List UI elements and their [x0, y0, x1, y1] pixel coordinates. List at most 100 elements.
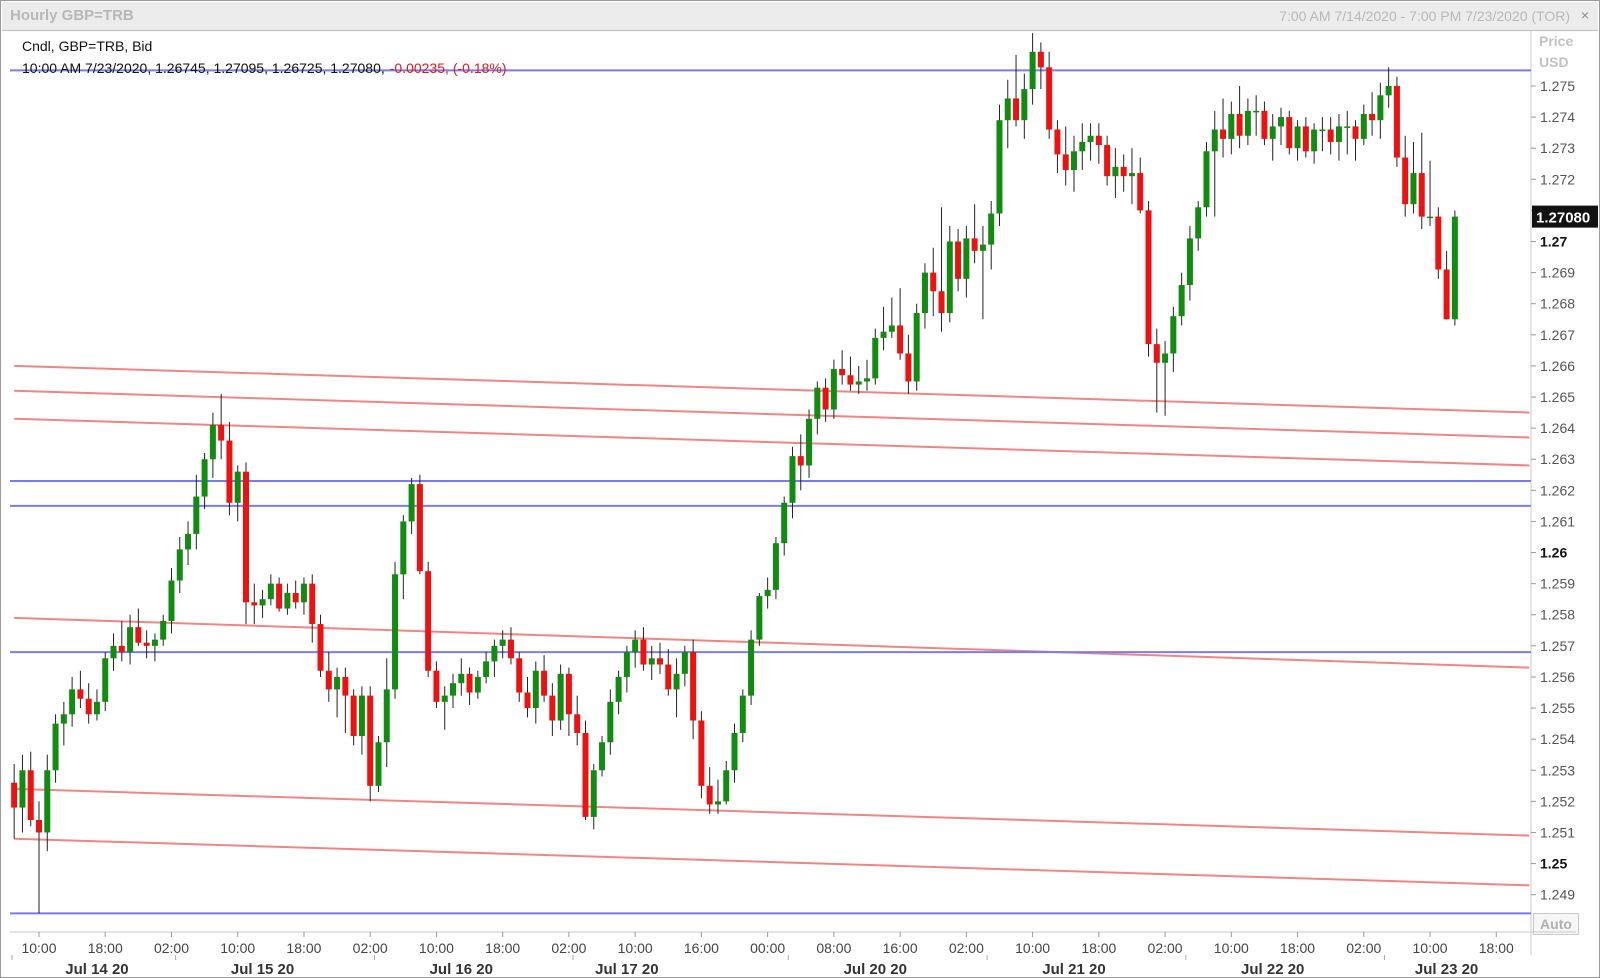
candle-body [615, 676, 622, 702]
candlestick-chart[interactable]: 1.249 1.25 1.251 1.252 1.253 1.254 1.255 1.256 1… [0, 0, 1600, 978]
candle [234, 465, 241, 522]
candle-body [590, 770, 597, 817]
candle-body [1203, 151, 1210, 208]
candle-body [483, 661, 490, 677]
candle [1145, 201, 1152, 357]
candle [880, 306, 887, 351]
candle [1335, 113, 1342, 161]
candle-body [955, 241, 962, 279]
candle-body [1195, 207, 1202, 239]
y-tick-label: 1.25 [1540, 856, 1567, 872]
candle-body [60, 714, 67, 724]
candle [1211, 110, 1218, 217]
y-tick-label: 1.272 [1540, 171, 1575, 187]
candle-body [648, 658, 655, 665]
candle-body [1294, 126, 1301, 149]
candle-body [408, 484, 415, 522]
candle-body [905, 353, 912, 382]
candle-body [582, 732, 589, 817]
candle [342, 667, 349, 733]
candle [1410, 141, 1417, 214]
candle-body [317, 624, 324, 671]
candle-body [1004, 98, 1011, 121]
y-tick-label: 1.257 [1540, 638, 1575, 654]
candle [1236, 85, 1243, 149]
candle [276, 577, 283, 612]
candle-body [1335, 126, 1342, 142]
candle [557, 664, 564, 730]
x-tick-label: 18:00 [88, 940, 123, 956]
candle [864, 359, 870, 391]
candle [176, 536, 183, 593]
candle [756, 592, 763, 646]
x-tick-label: 18:00 [1081, 940, 1116, 956]
candle-body [665, 664, 672, 690]
candle-body [1220, 129, 1227, 139]
candle-body [1087, 135, 1094, 142]
candle [1054, 120, 1061, 174]
candle [541, 655, 548, 702]
candle [979, 225, 986, 320]
candle-body [1062, 154, 1069, 170]
candle-body [143, 642, 150, 646]
candle-body [524, 692, 531, 709]
candle [1029, 33, 1036, 105]
candle-body [921, 272, 928, 314]
candle [814, 381, 821, 435]
y-tick-label: 1.266 [1540, 358, 1575, 374]
candle-body [830, 369, 837, 410]
candle [317, 614, 324, 677]
candle [938, 207, 945, 332]
candle [739, 689, 746, 743]
candle-body [1244, 110, 1251, 136]
x-tick-label: 10:00 [419, 940, 454, 956]
candle [723, 760, 730, 805]
candle [1112, 148, 1119, 198]
candle-body [772, 543, 779, 590]
candle [1021, 73, 1028, 139]
candle-body [979, 244, 986, 251]
candle [590, 764, 597, 830]
candle-body [1319, 129, 1326, 132]
candle-body [1369, 113, 1376, 121]
x-tick-label: 10:00 [220, 940, 255, 956]
candle [524, 676, 531, 718]
candle [209, 412, 216, 478]
candle-body [996, 120, 1003, 214]
candle-body [201, 459, 208, 497]
x-tick-label: 02:00 [1346, 940, 1381, 956]
candle [955, 229, 962, 292]
candle [151, 633, 158, 662]
candle [160, 614, 167, 646]
candle-body [681, 652, 688, 674]
candle [441, 686, 448, 730]
candle-body [1170, 316, 1177, 354]
candle-body [1286, 117, 1293, 149]
candle [433, 661, 440, 709]
candle-body [930, 272, 937, 292]
candle [1178, 272, 1185, 326]
x-tick-label: 10:00 [618, 940, 653, 956]
candle [1120, 154, 1127, 192]
candle [1451, 210, 1458, 326]
candle [185, 521, 192, 565]
candle [806, 409, 813, 478]
legend-ohlc: 10:00 AM 7/23/2020, 1.26745, 1.27095, 1.… [22, 60, 385, 76]
candle-body [557, 673, 564, 721]
candle-body [44, 770, 51, 833]
candle [334, 667, 341, 718]
x-tick-label: 16:00 [883, 940, 918, 956]
candle [1170, 306, 1177, 373]
candle-body [185, 533, 192, 550]
candle [905, 334, 912, 394]
candle-body [450, 683, 456, 696]
x-tick-label: 10:00 [21, 940, 56, 956]
candle [1137, 157, 1144, 214]
candle [1311, 123, 1318, 164]
candle-body [474, 676, 481, 693]
candle-body [1427, 216, 1434, 219]
candle-body [1410, 173, 1417, 205]
day-label: Jul 15 20 [231, 961, 294, 978]
candle [897, 288, 904, 360]
candle [284, 583, 291, 615]
